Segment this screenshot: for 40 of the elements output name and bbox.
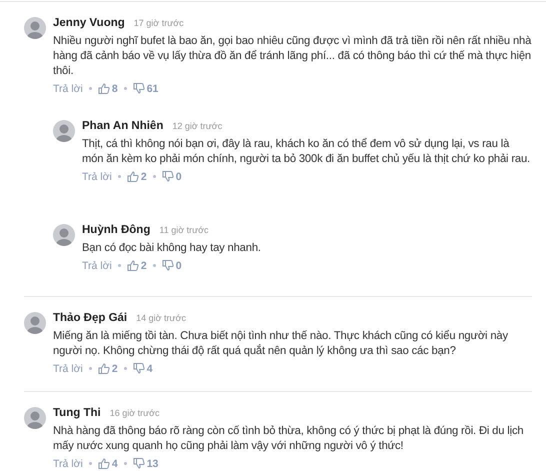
avatar: [53, 224, 75, 246]
thumbs-down-icon[interactable]: [132, 83, 145, 94]
dislike-count: 4: [146, 362, 153, 374]
dislike-count: 0: [176, 170, 182, 182]
author-name[interactable]: Tung Thi: [53, 404, 101, 422]
avatar: [24, 407, 46, 429]
thumbs-down-icon[interactable]: [162, 260, 174, 271]
comment-time: 16 giờ trước: [110, 408, 160, 418]
dislike-count: 61: [146, 82, 158, 94]
comment-text: Miếng ăn là miếng tồi tàn. Chưa biết nội tình như thế nào. Thực khách cũng có kiểu người này người nọ. Không chừng thái độ rất quá quắt nên quản lý không ưa thì sao các bạn?: [53, 329, 509, 359]
dislike-count: 0: [176, 260, 182, 272]
thumbs-up-icon[interactable]: [98, 363, 110, 374]
comment-text: Thịt, cá thì không nói bạn ơi, đây là rau, khách ko ăn có thể đem vô sử dụng lại, vs rau là món ăn kèm ko phải món chính, người ta bỏ 300k đi ăn buffet chủ yếu là thịt chứ ko phải rau.: [82, 137, 532, 167]
thumbs-up-icon[interactable]: [98, 83, 110, 94]
comment-text: Bạn có đọc bài không hay tay nhanh.: [82, 241, 262, 256]
comment-text: Nhiều người nghĩ bufet là bao ăn, gọi bao nhiêu cũng được vì mình đã trả tiền rồi nên rất nhiều nhà hàng đã cảnh báo về vụ lấy thừa đồ ăn để tránh lãng phí... đã có thông báo thì cứ thế mà thực hiện thôi.: [53, 34, 532, 79]
comment-text: Nhà hàng đã thông báo rõ ràng còn cố tình bỏ thừa, không có ý thức bị phạt là đúng rồi. Đi du lịch mấy nước xung quanh họ cũng phải làm vậy với những người vô ý thức!: [53, 424, 524, 454]
author-name[interactable]: Phan An Nhiên: [82, 117, 164, 135]
comment-time: 11 giờ trước: [159, 225, 209, 235]
thumbs-up-icon[interactable]: [98, 458, 110, 469]
comment-time: 17 giờ trước: [134, 18, 184, 28]
thumbs-up-icon[interactable]: [126, 260, 139, 271]
comment-time: 14 giờ trước: [136, 313, 186, 323]
comment-time: 12 giờ trước: [172, 121, 222, 131]
author-name[interactable]: Huỳnh Đông: [82, 221, 150, 239]
like-count: 2: [140, 170, 147, 182]
thumbs-down-icon[interactable]: [132, 458, 145, 469]
thumbs-up-icon[interactable]: [126, 171, 139, 182]
avatar: [53, 120, 75, 142]
author-name[interactable]: Jenny Vuong: [53, 14, 125, 32]
like-count: 4: [112, 458, 118, 470]
thumbs-down-icon[interactable]: [132, 363, 145, 374]
like-count: 2: [140, 260, 147, 272]
dislike-count: 13: [146, 458, 158, 470]
thumbs-down-icon[interactable]: [162, 171, 174, 182]
avatar: [24, 312, 46, 334]
like-count: 2: [112, 362, 118, 374]
like-count: 8: [112, 82, 118, 94]
avatar: [24, 17, 46, 39]
author-name[interactable]: Thảo Đẹp Gái: [53, 309, 128, 327]
